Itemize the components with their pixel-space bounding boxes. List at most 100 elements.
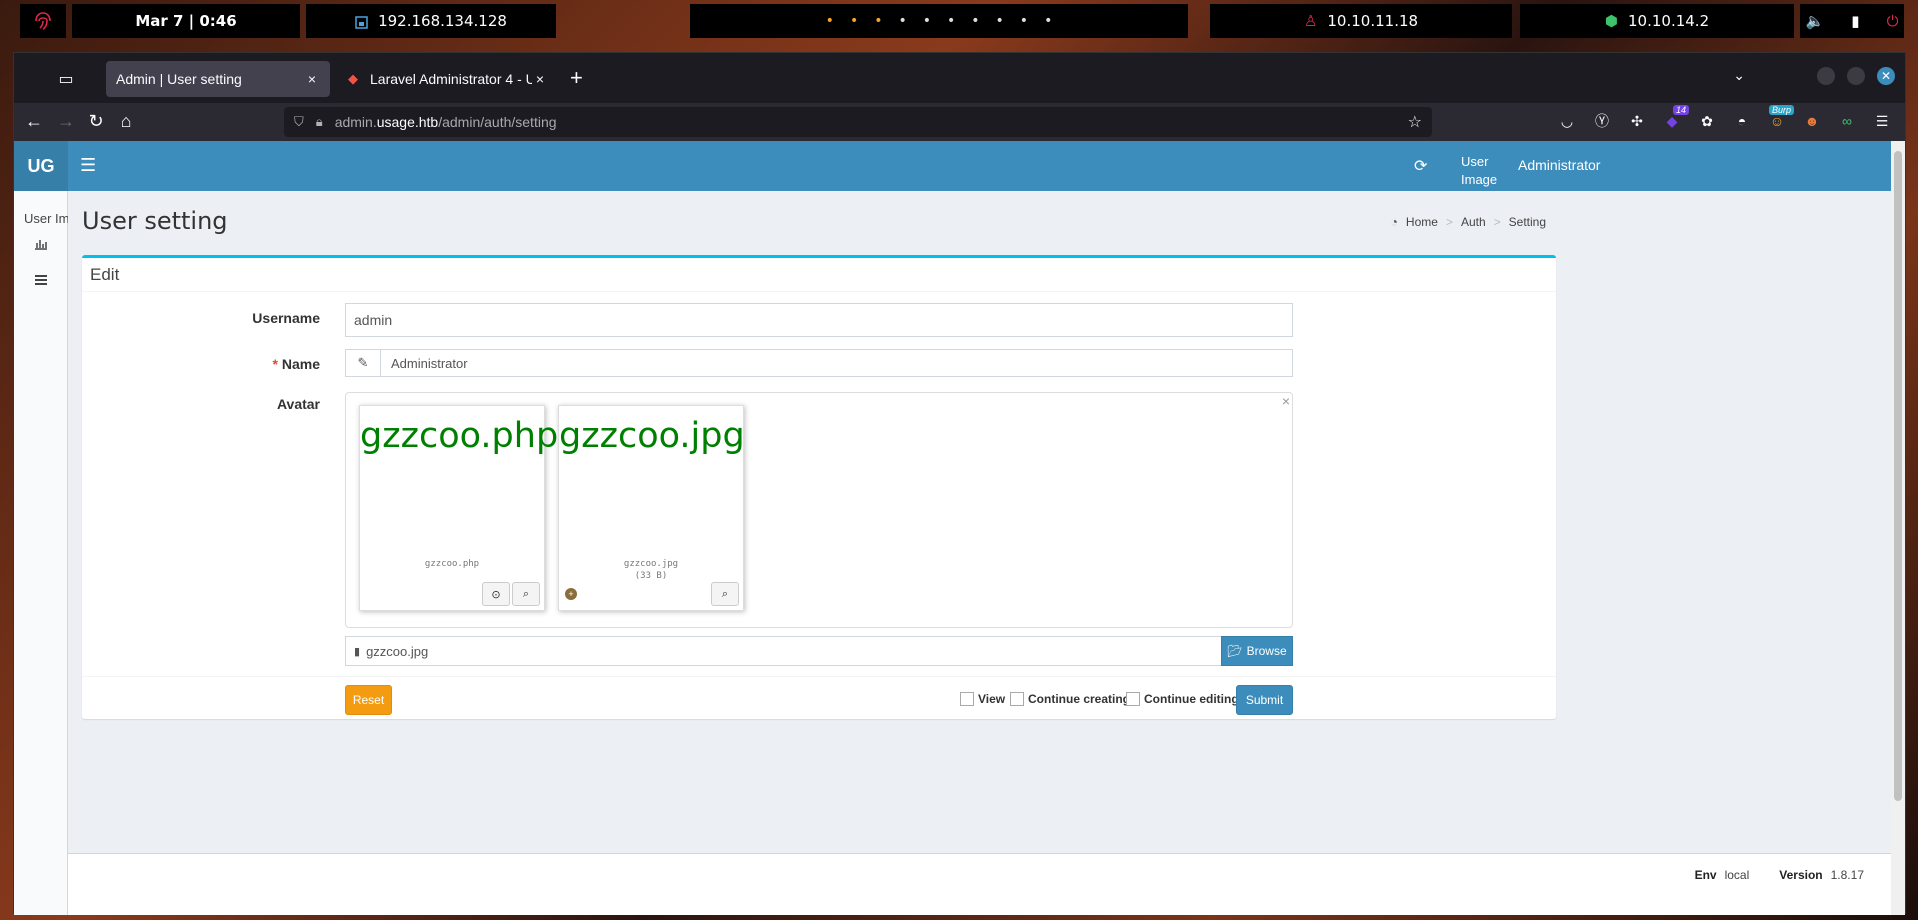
menu-hamburger-icon[interactable]: ☰: [1873, 111, 1891, 131]
workspace-dot[interactable]: •: [1020, 13, 1028, 29]
window-controls: ✕: [1817, 67, 1895, 85]
list-all-tabs-chevron-icon[interactable]: ⌄: [1733, 67, 1745, 84]
power-icon[interactable]: ⏻: [1887, 12, 1899, 30]
view-label: View: [978, 692, 1006, 706]
system-tray: 🔈 ▮ ⏻: [1800, 4, 1904, 38]
breadcrumb-separator: >: [1445, 215, 1453, 229]
reset-button[interactable]: Reset: [345, 685, 392, 715]
sidebar-toggle-icon[interactable]: ☰: [80, 155, 96, 176]
download-icon[interactable]: ⊙: [482, 582, 510, 606]
bookmark-star-icon[interactable]: ☆: [1408, 112, 1422, 132]
yoroi-icon[interactable]: Ⓨ: [1593, 111, 1611, 131]
preview-text: gzzcoo.php: [360, 416, 559, 456]
file-caption-input[interactable]: ▮ gzzcoo.jpg 📂︎ Browse: [345, 636, 1293, 666]
hacktools-icon[interactable]: ∞: [1838, 111, 1856, 131]
minimize-button[interactable]: [1817, 67, 1835, 85]
workspace-dot[interactable]: •: [947, 13, 955, 29]
continue-creating-checkbox[interactable]: Continue creating: [1010, 692, 1130, 706]
tab-close-icon[interactable]: ×: [532, 71, 548, 87]
extensions-puzzle-icon[interactable]: ✣: [1628, 111, 1646, 131]
avatar-label: Avatar: [276, 396, 320, 412]
reload-icon[interactable]: ↻: [84, 111, 108, 132]
zoom-icon[interactable]: ⌕: [512, 582, 540, 606]
lock-icon[interactable]: 🔒︎: [316, 114, 323, 130]
workspace-dot[interactable]: •: [874, 13, 882, 29]
submit-button[interactable]: Submit: [1236, 685, 1293, 715]
workspace-dot[interactable]: •: [826, 13, 834, 29]
checkbox-box[interactable]: [960, 692, 974, 706]
cookie-editor-icon[interactable]: ✿: [1698, 111, 1716, 131]
app-logo[interactable]: UG: [14, 141, 68, 191]
vpn-ip-widget: ⬢ 10.10.14.2: [1520, 4, 1794, 38]
version-value: 1.8.17: [1830, 868, 1864, 882]
tab-laravel-administrator[interactable]: ◆ Laravel Administrator 4 - U ×: [338, 61, 558, 97]
battery-icon[interactable]: ▮: [1851, 12, 1859, 30]
box-title: Edit: [82, 258, 1556, 292]
maximize-button[interactable]: [1847, 67, 1865, 85]
volume-icon[interactable]: 🔈: [1806, 12, 1825, 30]
tab-strip: ▭ Admin | User setting × ◆ Laravel Admin…: [14, 53, 1905, 103]
main-footer: Env local Version 1.8.17: [68, 853, 1892, 915]
shield-icon[interactable]: ⛉: [294, 114, 304, 130]
breadcrumb-auth[interactable]: Auth: [1461, 215, 1486, 229]
web-page: UG ☰ ⟳ User Image Administrator User Im …: [14, 141, 1892, 915]
url-bar[interactable]: ⛉ 🔒︎ admin.usage.htb/admin/auth/setting …: [284, 107, 1432, 137]
burp-icon[interactable]: ☺ Burp: [1768, 105, 1794, 131]
name-value: Administrator: [391, 355, 468, 371]
checkbox-box[interactable]: [1126, 692, 1140, 706]
hat-icon[interactable]: ◓: [1733, 111, 1751, 131]
fingerprint-icon[interactable]: [20, 4, 66, 38]
workspace-dot[interactable]: •: [898, 13, 906, 29]
breadcrumb-separator: >: [1493, 215, 1501, 229]
firefox-view-icon[interactable]: ▭: [52, 65, 80, 93]
workspace-dot[interactable]: •: [1044, 13, 1052, 29]
workspace-dot[interactable]: •: [996, 13, 1004, 29]
workspace-dot[interactable]: •: [923, 13, 931, 29]
back-arrow-icon[interactable]: ←: [22, 111, 46, 132]
new-tab-button[interactable]: +: [570, 65, 583, 91]
navigation-toolbar: ← → ↻ ⌂ ⛉ 🔒︎ admin.usage.htb/admin/auth/…: [14, 103, 1905, 141]
preview-text: gzzcoo.jpg: [559, 416, 745, 456]
tab-close-icon[interactable]: ×: [304, 71, 320, 87]
workspace-indicators[interactable]: • • • • • • • • • •: [690, 4, 1188, 38]
page-scrollbar[interactable]: [1891, 141, 1905, 915]
tab-title: Laravel Administrator 4 - U: [370, 71, 532, 87]
checkbox-box[interactable]: [1010, 692, 1024, 706]
file-caption: gzzcoo.jpg: [366, 643, 429, 659]
target-ip-widget: ♙ 10.10.11.18: [1210, 4, 1512, 38]
wappalyzer-icon[interactable]: ◆ 14: [1663, 105, 1689, 131]
refresh-icon[interactable]: ⟳: [1414, 156, 1427, 176]
view-checkbox[interactable]: View: [960, 692, 1005, 706]
url-text[interactable]: admin.usage.htb/admin/auth/setting: [335, 114, 1408, 130]
content-header: User setting ◔ Home > Auth > Setting: [82, 203, 1556, 239]
browse-button[interactable]: 📂︎ Browse: [1221, 636, 1293, 666]
user-name[interactable]: Administrator: [1518, 157, 1600, 173]
scrollbar-thumb[interactable]: [1894, 151, 1902, 801]
foxyproxy-icon[interactable]: ☻: [1803, 111, 1821, 131]
breadcrumb: ◔ Home > Auth > Setting: [1391, 215, 1546, 229]
dashboard-icon: ◔: [1390, 215, 1398, 229]
extension-badge: 14: [1672, 105, 1689, 115]
tab-admin-user-setting[interactable]: Admin | User setting ×: [106, 61, 330, 97]
username-input[interactable]: admin: [345, 303, 1293, 337]
name-input[interactable]: ✎ Administrator: [345, 349, 1293, 377]
home-icon[interactable]: ⌂: [114, 111, 138, 132]
close-window-button[interactable]: ✕: [1877, 67, 1895, 85]
forward-arrow-icon[interactable]: →: [54, 111, 78, 132]
bar-chart-icon[interactable]: [14, 237, 68, 253]
env-value: local: [1724, 868, 1750, 882]
preview-filename: gzzcoo.jpg: [623, 559, 679, 569]
workspace-dot[interactable]: •: [850, 13, 858, 29]
tab-title: Admin | User setting: [116, 71, 242, 87]
list-tasks-icon[interactable]: [14, 273, 68, 289]
clear-avatar-close-icon[interactable]: ×: [1282, 393, 1290, 409]
browser-window: ▭ Admin | User setting × ◆ Laravel Admin…: [13, 52, 1906, 915]
breadcrumb-home[interactable]: Home: [1406, 215, 1438, 229]
zoom-icon[interactable]: ⌕: [711, 582, 739, 606]
continue-editing-checkbox[interactable]: Continue editing: [1126, 692, 1239, 706]
continue-editing-label: Continue editing: [1144, 692, 1239, 706]
workspace-dot[interactable]: •: [971, 13, 979, 29]
user-image[interactable]: User Image: [1461, 153, 1511, 189]
pocket-icon[interactable]: ◡: [1558, 111, 1576, 131]
extensions-toolbar: ◡ Ⓨ ✣ ◆ 14 ✿ ◓ ☺ Burp ☻ ∞ ☰: [1558, 105, 1891, 131]
